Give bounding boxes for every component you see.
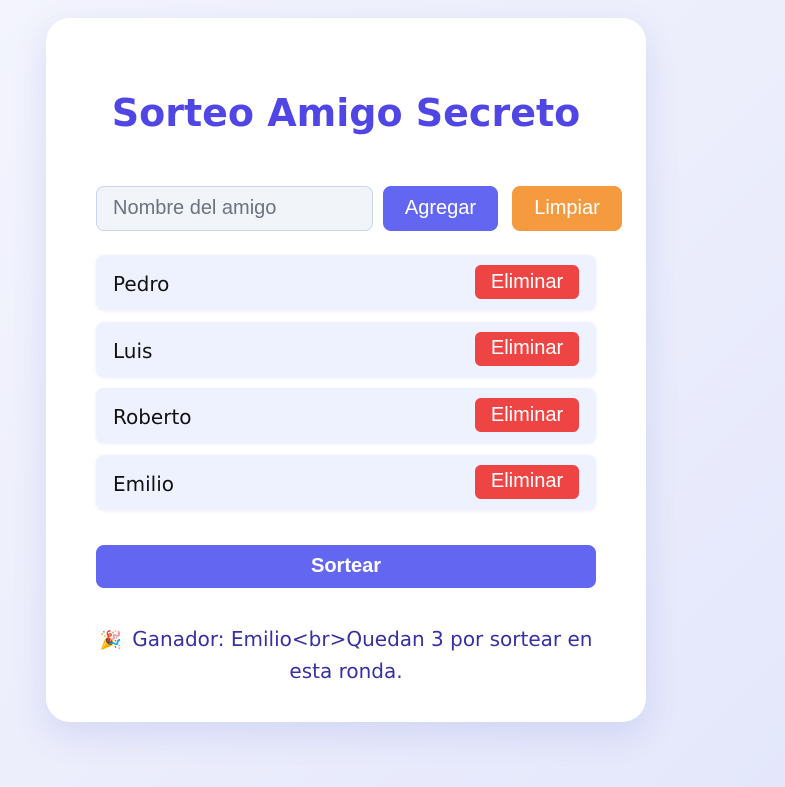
list-item: Emilio Eliminar [96, 454, 596, 510]
delete-button[interactable]: Eliminar [475, 398, 579, 432]
friend-name: Luis [113, 338, 153, 363]
party-popper-icon: 🎉 [99, 630, 122, 651]
add-button[interactable]: Agregar [383, 186, 498, 231]
delete-button[interactable]: Eliminar [475, 265, 579, 299]
friend-name-input[interactable] [96, 186, 373, 231]
list-item: Roberto Eliminar [96, 388, 596, 443]
clear-button[interactable]: Limpiar [512, 186, 622, 231]
delete-button[interactable]: Eliminar [475, 331, 579, 366]
friends-list: Pedro Eliminar Luis Eliminar Roberto Eli… [96, 255, 596, 521]
delete-button[interactable]: Eliminar [475, 464, 579, 499]
page-title: Sorteo Amigo Secreto [111, 91, 581, 135]
result-text: Ganador: Emilio<br>Quedan 3 por sortear … [132, 627, 593, 683]
list-item: Pedro Eliminar [96, 255, 596, 310]
draw-button[interactable]: Sortear [96, 545, 596, 588]
friend-name: Pedro [113, 272, 170, 296]
result-message: 🎉 Ganador: Emilio<br>Quedan 3 por sortea… [96, 624, 596, 686]
friend-name: Emilio [113, 471, 175, 496]
friend-name: Roberto [113, 405, 192, 429]
main-card: Sorteo Amigo Secreto Agregar Limpiar Ped… [46, 18, 646, 722]
list-item: Luis Eliminar [96, 321, 596, 377]
